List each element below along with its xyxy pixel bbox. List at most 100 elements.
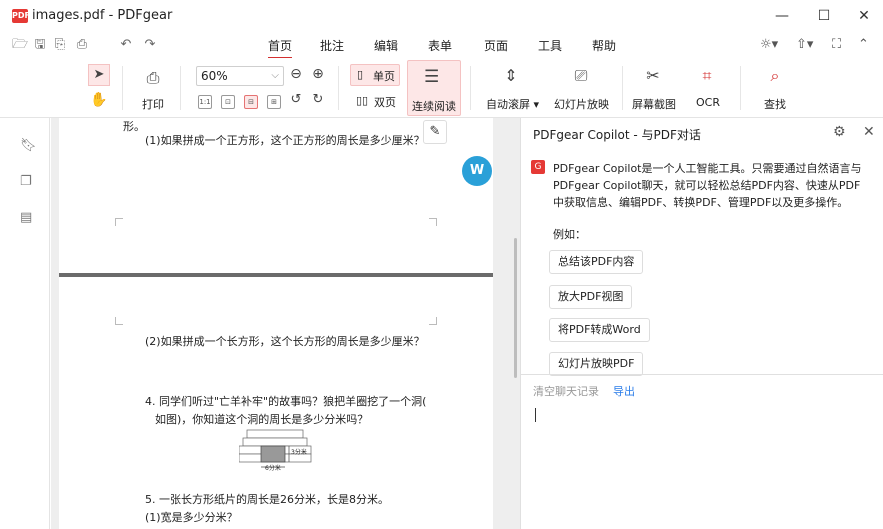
ocr-button[interactable]: OCR [696,96,720,109]
figure-label: 3分米 [291,449,307,456]
zoom-value: 60% [201,69,228,83]
copilot-intro-line: PDFgear Copilot聊天，就可以轻松总结PDF内容、快速从PDF [553,179,861,192]
clear-chat-button[interactable]: 清空聊天记录 [533,383,599,399]
search-button[interactable]: 查找 [764,96,786,112]
rotate-left-icon[interactable]: ↺ [288,92,304,107]
save-icon[interactable]: 🖫 [32,37,48,53]
fit-visible-icon[interactable]: ⊞ [267,95,281,109]
print-quick-icon[interactable]: ⎙ [74,37,90,53]
minimize-button[interactable]: — [770,6,794,26]
menu-annotate[interactable]: 批注 [320,37,344,54]
copilot-example-label: 例如： [553,228,586,241]
fit-width-icon[interactable]: ⊟ [244,95,258,109]
copilot-float-button[interactable]: W [462,156,492,186]
export-chat-button[interactable]: 导出 [613,383,635,399]
menu-bar: 🗁 🖫 ⎘ ⎙ ↶ ↷ 首页 批注 编辑 表单 页面 工具 帮助 ☼▾ ⇧▾ ⛶… [0,32,883,59]
auto-scroll-icon[interactable]: ⇕ [500,66,522,85]
close-button[interactable]: ✕ [852,6,876,26]
copilot-intro-line: 中获取信息、编辑PDF、转换PDF、管理PDF以及更多操作。 [553,196,849,209]
copilot-chat-input[interactable] [531,402,874,426]
select-cursor-icon[interactable]: ➤ [88,64,110,86]
screenshot-button[interactable]: 屏幕截图 [632,96,676,112]
double-page-label: 双页 [374,96,396,109]
single-page-icon: ▯ [357,68,364,81]
redo-icon[interactable]: ↷ [142,37,158,53]
copilot-avatar-icon: G [531,160,545,174]
copilot-title: PDFgear Copilot - 与PDF对话 [533,128,701,142]
zoom-out-icon[interactable]: ⊖ [288,66,304,82]
suggestion-summarize[interactable]: 总结该PDF内容 [549,250,644,274]
single-page-button[interactable]: ▯ 单页 [350,64,400,86]
continuous-read-button[interactable]: ☰ 连续阅读 [407,60,461,116]
doc-line: 形。 [123,120,145,133]
pdf-page-2: (2)如果拼成一个长方形，这个长方形的周长是多少厘米？ 4. 同学们听过"亡羊补… [59,277,493,529]
text-caret [535,408,536,422]
doc-line: (1)宽是多少分米？ [145,511,238,524]
suggestion-slideshow[interactable]: 幻灯片放映PDF [549,352,644,376]
copilot-divider [521,374,883,375]
crop-mark [429,218,437,226]
comments-icon[interactable]: ▤ [20,210,34,225]
fit-page-icon[interactable]: ⊡ [221,95,235,109]
single-page-label: 单页 [373,70,395,83]
menu-form[interactable]: 表单 [428,37,452,54]
doc-line: 如图)，你知道这个洞的周长是多少分米吗？ [155,413,369,426]
fullscreen-icon[interactable]: ⛶ [832,37,841,52]
menu-help[interactable]: 帮助 [592,37,616,54]
open-folder-icon[interactable]: 🗁 [12,37,28,53]
menu-tools[interactable]: 工具 [538,37,562,54]
collapse-ribbon-icon[interactable]: ⌃ [858,37,869,52]
ocr-icon[interactable]: ⌗ [696,66,718,86]
vertical-scrollbar[interactable] [514,238,517,378]
crop-mark [115,218,123,226]
copilot-close-icon[interactable]: ✕ [863,124,875,140]
print-icon[interactable]: ⎙ [142,68,164,88]
brick-wall-figure: 3分米 6分米 [238,429,319,472]
doc-line: (2)如果拼成一个长方形，这个长方形的周长是多少厘米？ [145,335,425,348]
ribbon-toolbar: ➤ ✋ ⎙ 打印 60% ⌵ ⊖ ⊕ 1:1 ⊡ ⊟ ⊞ ↺ ↻ ▯ 单页 ▯▯ … [0,58,883,118]
suggestion-zoom[interactable]: 放大PDF视图 [549,285,633,309]
search-icon[interactable]: ⌕ [764,66,786,86]
doc-line: 5. 一张长方形纸片的周长是26分米，长是8分米。 [145,493,389,506]
figure-label: 6分米 [265,465,281,472]
print-button[interactable]: 打印 [142,96,164,112]
continuous-read-icon: ☰ [424,67,440,87]
document-viewer[interactable]: 形。 (1)如果拼成一个正方形，这个正方形的周长是多少厘米？ (2)如果拼成一个… [51,118,520,529]
bookmark-icon[interactable]: 🔖︎ [20,138,37,153]
theme-icon[interactable]: ☼▾ [760,37,778,52]
zoom-select[interactable]: 60% ⌵ [196,66,284,86]
hand-tool-icon[interactable]: ✋ [90,92,108,108]
double-page-icon: ▯▯ [356,94,369,107]
share-icon[interactable]: ⇧▾ [796,37,813,52]
doc-line: (1)如果拼成一个正方形，这个正方形的周长是多少厘米？ [145,134,425,147]
crop-mark [115,317,123,325]
menu-page[interactable]: 页面 [484,37,508,54]
copilot-settings-icon[interactable]: ⚙ [833,124,846,140]
auto-scroll-button[interactable]: 自动滚屏 ▾ [486,96,539,112]
actual-size-icon[interactable]: 1:1 [198,95,212,109]
menu-home[interactable]: 首页 [268,37,293,59]
zoom-in-icon[interactable]: ⊕ [310,66,326,82]
slideshow-button[interactable]: 幻灯片放映 [554,96,609,112]
thumbnails-icon[interactable]: ❐ [20,174,34,189]
left-sidebar: 🔖︎ ❐ ▤ [0,118,50,529]
copilot-intro-line: PDFgear Copilot是一个人工智能工具。只需要通过自然语言与 [553,162,862,175]
pen-edit-icon[interactable]: ✎ [423,120,447,144]
chevron-down-icon: ⌵ [271,70,279,81]
maximize-button[interactable]: ☐ [812,6,836,26]
window-title: images.pdf - PDFgear [32,8,173,23]
scissors-icon[interactable]: ✂ [642,66,664,85]
save-as-icon[interactable]: ⎘ [52,37,68,53]
copilot-panel: PDFgear Copilot - 与PDF对话 ⚙ ✕ G PDFgear C… [520,118,883,529]
continuous-read-label: 连续阅读 [412,100,456,113]
crop-mark [429,317,437,325]
suggestion-convert-word[interactable]: 将PDF转成Word [549,318,650,342]
slideshow-icon[interactable]: ⎚ [570,66,592,86]
menu-edit[interactable]: 编辑 [374,37,398,54]
title-bar: PDF images.pdf - PDFgear — ☐ ✕ [0,0,883,32]
rotate-right-icon[interactable]: ↻ [310,92,326,107]
doc-line: 4. 同学们听过"亡羊补牢"的故事吗？狼把羊圈挖了一个洞( [145,395,427,408]
undo-icon[interactable]: ↶ [118,37,134,53]
double-page-button[interactable]: ▯▯ 双页 [350,92,400,112]
pdfgear-logo-icon: PDF [12,9,30,23]
